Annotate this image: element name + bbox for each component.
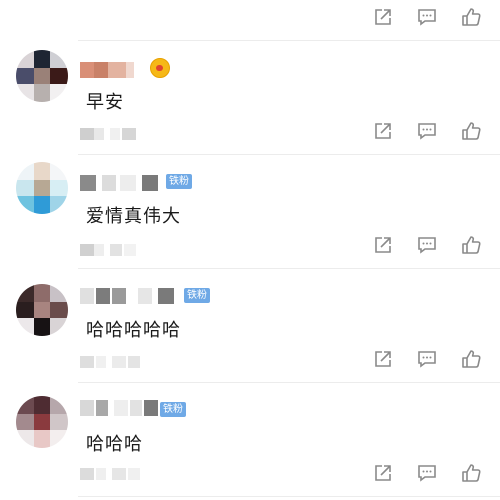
avatar[interactable]: [16, 162, 68, 214]
timestamp-blurred: [80, 244, 144, 256]
comment-text: 哈哈哈: [86, 434, 143, 455]
comment-actions: [372, 120, 484, 142]
avatar[interactable]: [16, 396, 68, 448]
username-blurred[interactable]: [80, 175, 162, 191]
comment-actions: [372, 462, 484, 484]
comment-icon[interactable]: [416, 234, 438, 256]
separator: [78, 382, 500, 383]
username-blurred[interactable]: [80, 288, 180, 304]
avatar[interactable]: [16, 284, 68, 336]
comment-icon[interactable]: [416, 120, 438, 142]
previous-comment-actions: [372, 6, 484, 28]
separator: [78, 40, 500, 41]
share-icon[interactable]: [372, 6, 394, 28]
share-icon[interactable]: [372, 234, 394, 256]
like-icon[interactable]: [460, 348, 482, 370]
emoji-badge-icon: [150, 58, 170, 78]
fan-badge: 铁粉: [184, 288, 210, 303]
comment-actions: [372, 234, 484, 256]
like-icon[interactable]: [460, 462, 482, 484]
comment-actions: [372, 348, 484, 370]
timestamp-blurred: [80, 128, 144, 140]
separator: [78, 268, 500, 269]
like-icon[interactable]: [460, 234, 482, 256]
comment-icon[interactable]: [416, 462, 438, 484]
fan-badge: 铁粉: [166, 174, 192, 189]
comment-text: 哈哈哈哈哈: [86, 320, 181, 341]
like-icon[interactable]: [460, 120, 482, 142]
comment-icon[interactable]: [416, 6, 438, 28]
username-blurred[interactable]: [80, 62, 140, 78]
comment-text: 爱情真伟大: [86, 206, 181, 227]
avatar[interactable]: [16, 50, 68, 102]
share-icon[interactable]: [372, 348, 394, 370]
share-icon[interactable]: [372, 120, 394, 142]
timestamp-blurred: [80, 468, 146, 480]
fan-badge: 铁粉: [160, 402, 186, 417]
share-icon[interactable]: [372, 462, 394, 484]
separator: [78, 496, 500, 497]
timestamp-blurred: [80, 356, 146, 368]
comment-text: 早安: [86, 92, 124, 113]
username-blurred[interactable]: [80, 400, 160, 416]
separator: [78, 154, 500, 155]
like-icon[interactable]: [460, 6, 482, 28]
comment-icon[interactable]: [416, 348, 438, 370]
